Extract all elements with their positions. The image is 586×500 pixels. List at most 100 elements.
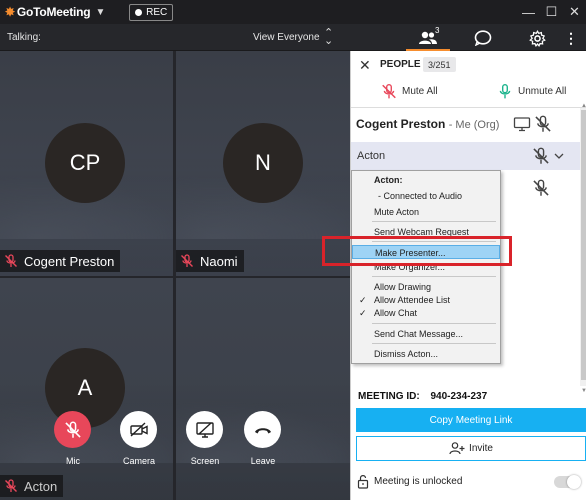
mic-muted-icon [5,479,17,492]
talking-label: Talking: [7,32,41,43]
camera-off-icon [129,421,148,437]
tile-name: Cogent Preston [24,253,115,269]
maximize-icon[interactable]: ☐ [540,0,563,24]
scroll-up-icon[interactable]: ▲ [581,103,586,109]
menu-item-mute[interactable]: Mute Acton [352,205,500,219]
menu-item-send-chat-message[interactable]: Send Chat Message... [352,327,500,341]
menu-item-allow-drawing[interactable]: Allow Drawing [352,280,500,294]
more-options-icon[interactable]: ⋮ [564,28,578,48]
phone-hangup-icon [254,427,271,433]
scrollbar-thumb[interactable] [581,110,586,380]
menu-status: - Connected to Audio [378,191,463,201]
attendee-status-icons [532,147,565,165]
gotomeeting-logo-icon: ✸ [5,5,15,19]
people-count-badge: 3 [435,26,440,35]
mic-muted-icon [533,179,549,196]
chevron-down-icon[interactable] [553,151,565,161]
scroll-down-icon[interactable]: ▼ [581,388,586,394]
meeting-lock-toggle[interactable] [554,475,581,489]
attendee-row-selected[interactable]: Acton [351,142,581,170]
mic-muted-icon [64,421,81,438]
attendee-row-third-mic[interactable] [532,179,550,202]
avatar: CP [45,123,125,203]
chat-icon [474,30,492,46]
attendee-row-self[interactable]: Cogent Preston - Me (Org) [356,117,499,131]
screen-share-icon [513,117,531,132]
camera-label: Camera [122,456,155,466]
chat-tab[interactable] [472,28,494,48]
minimize-icon[interactable]: — [517,0,540,24]
mic-muted-icon [181,254,193,267]
menu-item-label: Allow Chat [374,308,418,318]
meeting-lock-status: Meeting is unlocked [357,474,462,489]
mute-all-button[interactable]: Mute All [381,83,438,100]
invite-button[interactable]: Invite [356,436,586,461]
meeting-id: MEETING ID: 940-234-237 [358,391,487,402]
tile-nameplate: Cogent Preston [0,250,121,272]
menu-separator [372,323,496,324]
chevron-down-icon: ▼ [95,6,106,18]
title-bar: ✸ GoToMeeting ▼ REC — ☐ ✕ [0,0,586,24]
mic-muted-icon[interactable] [532,147,550,165]
meeting-toolbar: Talking: View Everyone ⌃ ⌄ 3 ⋮ [0,24,586,52]
record-dot-icon [135,8,143,16]
menu-separator [372,343,496,344]
close-icon[interactable]: ✕ [563,0,586,24]
camera-button[interactable] [120,411,157,448]
app-menu[interactable]: ✸ GoToMeeting ▼ [5,5,105,19]
mic-icon [499,83,511,99]
record-button[interactable]: REC [129,3,174,21]
window-controls: — ☐ ✕ [517,0,586,24]
menu-separator [372,221,496,222]
tile-nameplate: Acton [0,475,64,497]
close-icon[interactable]: ✕ [359,57,371,74]
people-panel-header: ✕ PEOPLE 3/251 [351,51,586,78]
screen-button[interactable] [186,411,223,448]
check-icon: ✓ [359,295,367,305]
view-mode-select[interactable]: View Everyone [253,32,320,43]
menu-header: Acton: [374,175,403,185]
tile-name: Acton [24,478,58,494]
attendee-status-icons [513,115,552,133]
lock-status-label: Meeting is unlocked [374,476,463,487]
screen-label: Screen [190,456,220,466]
unmute-all-button[interactable]: Unmute All [497,83,566,100]
app-title: GoToMeeting [16,5,91,19]
toggle-knob [567,475,581,489]
people-tab[interactable]: 3 [406,26,450,52]
attendee-name: Cogent Preston [356,117,446,131]
attendee-context-menu: Acton: - Connected to Audio Mute Acton S… [351,170,501,364]
leave-button[interactable] [244,411,281,448]
video-tile-acton[interactable]: A [0,278,173,500]
meeting-id-value: 940-234-237 [430,391,488,402]
invite-label: Invite [469,443,493,454]
unmute-all-label: Unmute All [518,86,567,97]
divider [351,107,586,108]
menu-item-allow-chat[interactable]: ✓ Allow Chat [352,306,500,320]
mic-muted-icon[interactable] [534,115,552,133]
menu-separator [372,276,496,277]
attendee-count-badge: 3/251 [423,57,456,72]
attendee-role: - Me (Org) [448,119,500,131]
updown-chevron-icon[interactable]: ⌃ ⌄ [324,28,333,47]
screen-off-icon [195,421,214,438]
video-tile-cogent-preston[interactable]: CP Cogent Preston [0,51,173,276]
video-tile-empty [176,278,350,500]
menu-item-allow-attendee-list[interactable]: ✓ Allow Attendee List [352,293,500,307]
add-person-icon [449,442,465,455]
settings-button[interactable] [526,28,548,48]
gear-icon [528,29,546,47]
mic-muted-icon [382,83,396,99]
people-title: PEOPLE [380,59,421,70]
people-scrollbar[interactable]: ▲ ▼ [580,103,586,394]
mic-muted-icon [5,254,17,267]
check-icon: ✓ [359,308,367,318]
menu-item-dismiss[interactable]: Dismiss Acton... [352,347,500,361]
video-grid: CP Cogent Preston N Naomi A [0,51,350,500]
mic-label: Mic [66,456,80,466]
meeting-id-label: MEETING ID: [358,391,420,402]
avatar: N [223,123,303,203]
copy-meeting-link-button[interactable]: Copy Meeting Link [356,408,586,432]
mic-button[interactable] [54,411,91,448]
attendee-name: Acton [357,150,386,162]
